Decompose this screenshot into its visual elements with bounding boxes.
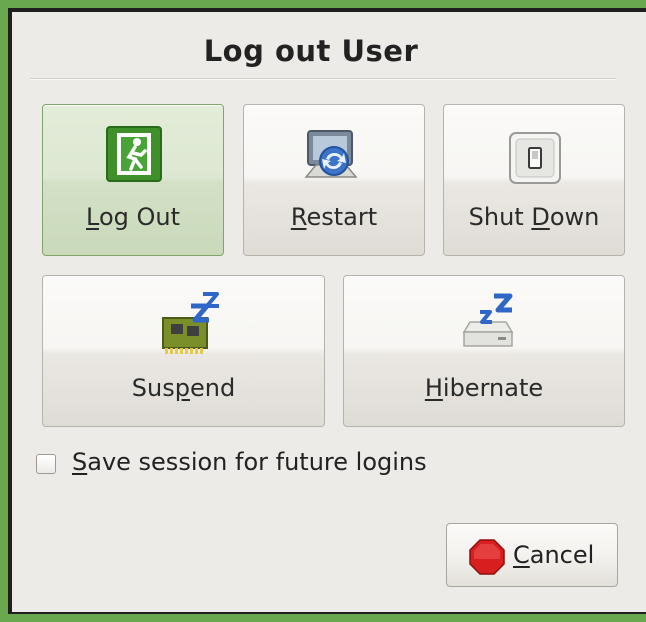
save-session-label[interactable]: Save session for future logins <box>72 448 427 476</box>
shut-down-button[interactable]: Shut Down <box>443 104 625 256</box>
cancel-label: Cancel <box>513 541 595 569</box>
title-separator <box>30 78 616 80</box>
hibernate-label: Hibernate <box>424 374 544 402</box>
suspend-label: Suspend <box>131 374 236 402</box>
restart-label: Restart <box>290 203 378 231</box>
log-out-button[interactable]: Log Out <box>42 104 224 256</box>
restart-icon <box>302 127 364 189</box>
suspend-button[interactable]: Suspend <box>42 275 325 427</box>
dialog-title: Log out User <box>203 34 419 68</box>
stop-icon <box>469 539 505 579</box>
shut-down-label: Shut Down <box>468 203 600 231</box>
hibernate-drive-icon <box>458 292 522 358</box>
cancel-button[interactable]: Cancel <box>446 523 618 587</box>
power-switch-icon <box>508 131 562 189</box>
hibernate-button[interactable]: Hibernate <box>343 275 625 427</box>
save-session-checkbox[interactable] <box>36 454 56 474</box>
restart-button[interactable]: Restart <box>243 104 425 256</box>
exit-door-icon <box>105 125 163 187</box>
log-out-label: Log Out <box>85 203 180 231</box>
suspend-chip-icon <box>157 292 223 362</box>
